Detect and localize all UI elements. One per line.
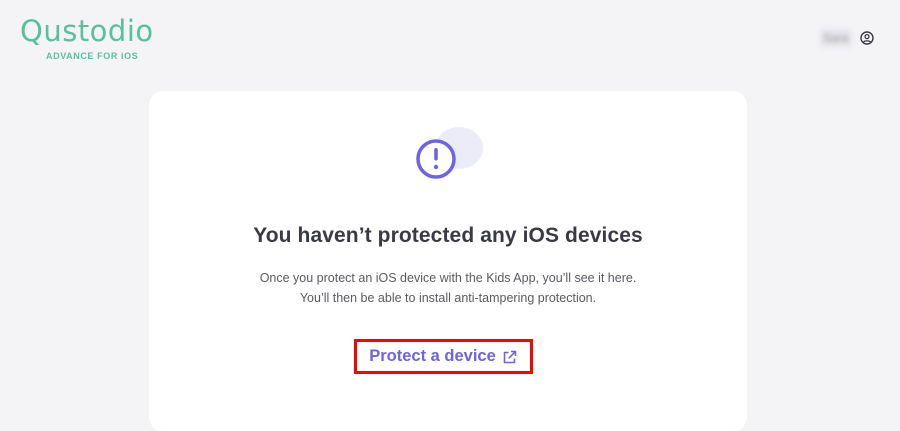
- qustodio-logo[interactable]: Qustodio ADVANCE FOR iOS: [20, 14, 170, 61]
- account-menu[interactable]: Sara: [820, 29, 874, 47]
- protect-device-label: Protect a device: [369, 347, 496, 365]
- empty-state-card: You haven’t protected any iOS devices On…: [149, 91, 747, 431]
- exclamation-circle-icon: [414, 122, 486, 186]
- top-header: Qustodio ADVANCE FOR iOS Sara: [0, 0, 900, 80]
- logo-subtitle: ADVANCE FOR iOS: [46, 51, 139, 61]
- empty-state-description-line1: Once you protect an iOS device with the …: [259, 271, 637, 285]
- protect-device-link[interactable]: Protect a device: [357, 342, 530, 371]
- external-link-icon: [502, 349, 518, 365]
- empty-state-title: You haven’t protected any iOS devices: [253, 224, 643, 247]
- cta-highlight-box: Protect a device: [354, 339, 533, 374]
- empty-state-description-line2: You’ll then be able to install anti-tamp…: [299, 291, 597, 305]
- account-name[interactable]: Sara: [820, 29, 852, 47]
- logo-wordmark: Qustodio: [20, 14, 154, 48]
- user-circle-icon[interactable]: [860, 31, 874, 45]
